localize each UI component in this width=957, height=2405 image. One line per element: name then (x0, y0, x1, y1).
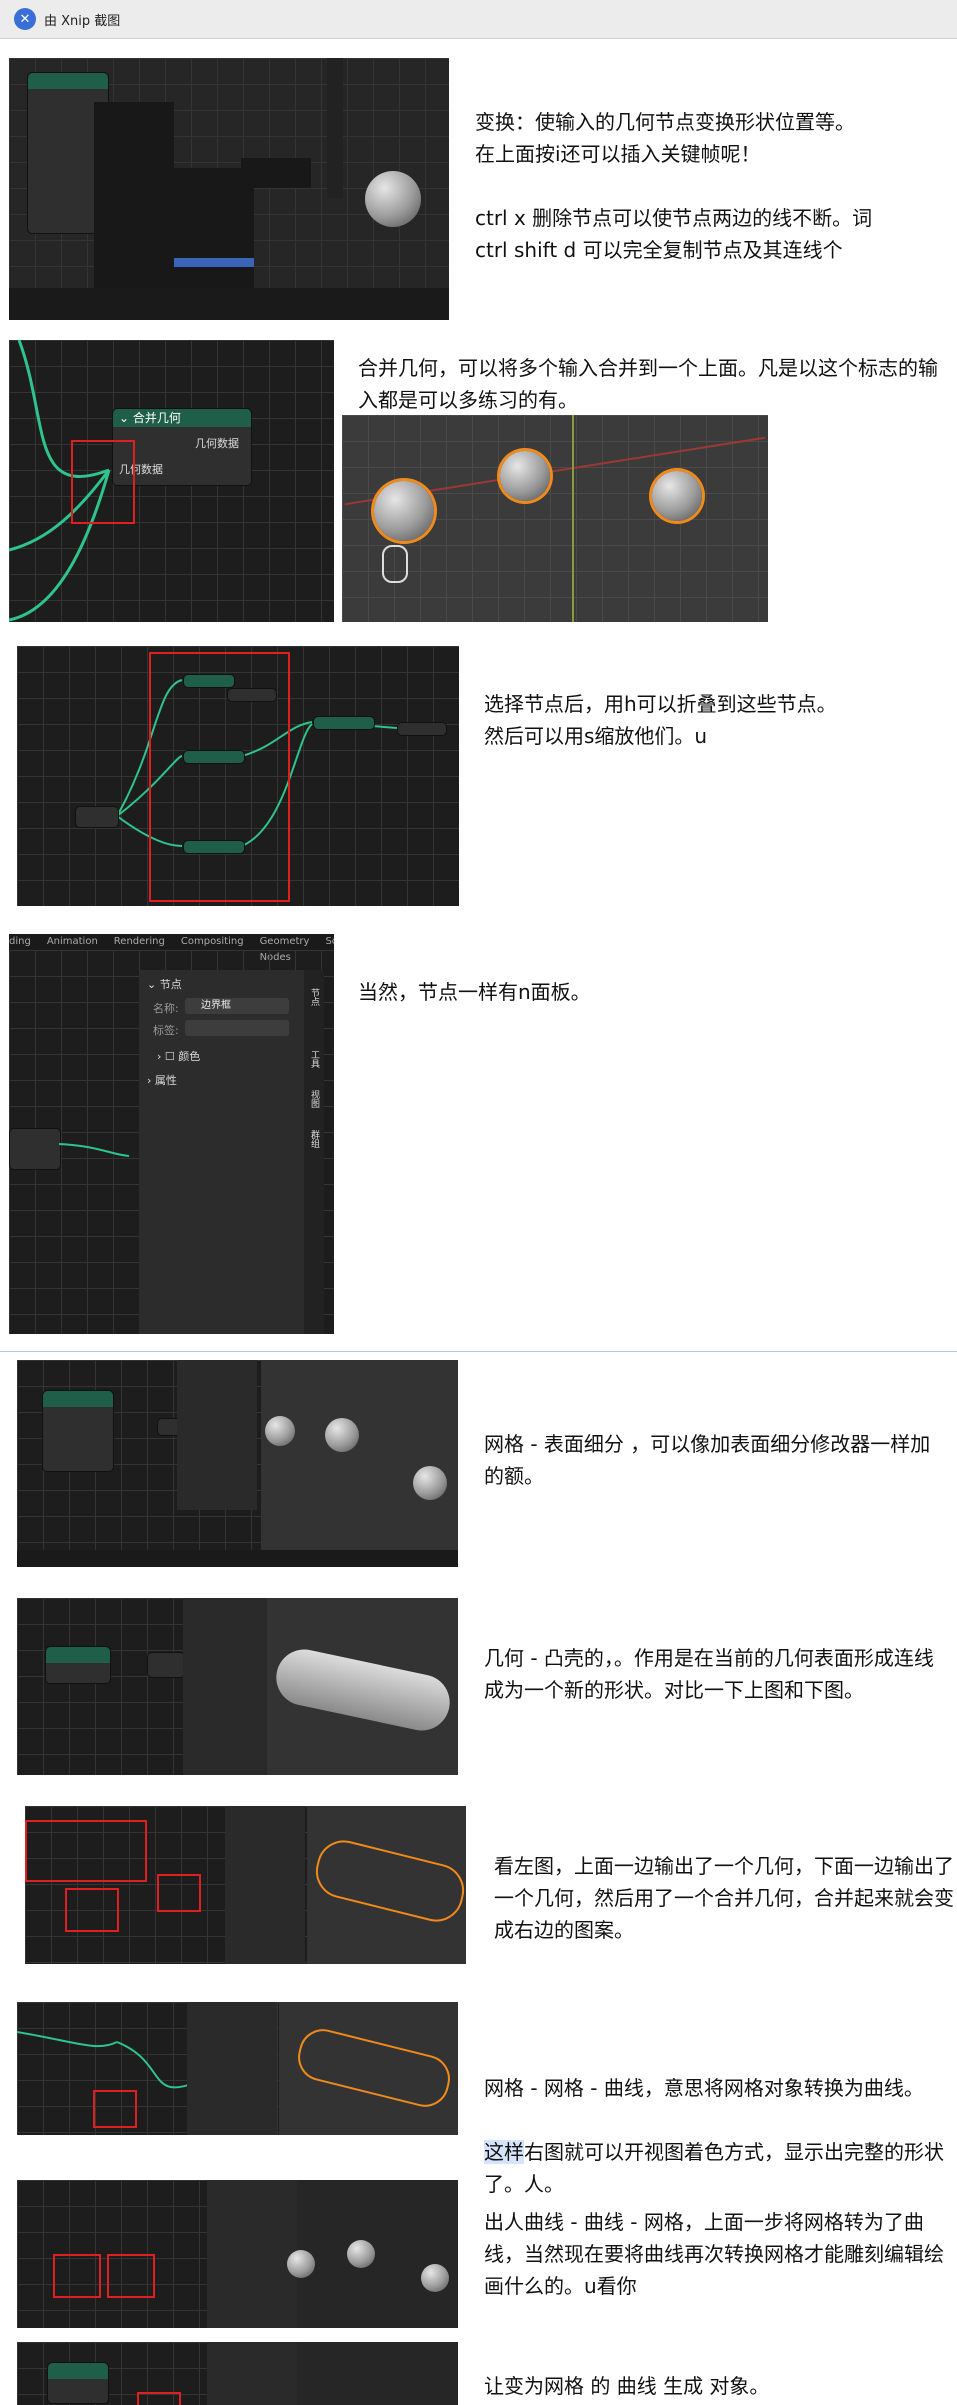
name-label: 名称: (153, 1002, 179, 1015)
screenshot-subdivide (17, 1360, 458, 1567)
screenshot-curve-to-mesh (17, 2180, 458, 2328)
side-tab-tool[interactable]: 工具 (308, 1050, 321, 1068)
note-mesh-to-curve-line1: 网格 - 网格 - 曲线，意思将网格对象转换为曲线。 (484, 2076, 924, 2100)
properties-panel (183, 1598, 267, 1775)
red-highlight-box (157, 1874, 201, 1912)
sphere-2 (500, 451, 550, 501)
side-tab-node[interactable]: 节点 (308, 988, 321, 1006)
join-node (147, 1652, 185, 1678)
side-tab-group[interactable]: 群组 (308, 1130, 321, 1148)
red-highlight-box (71, 440, 135, 524)
node (47, 2362, 109, 2404)
timeline (17, 1550, 458, 1567)
collapsed-node (397, 722, 447, 736)
color-section[interactable]: › ☐ 颜色 (157, 1048, 200, 1064)
properties-panel (207, 2342, 297, 2405)
red-highlight-box (25, 1820, 147, 1882)
add-menu (94, 102, 174, 312)
xnip-logo-icon: ✕ (14, 8, 36, 30)
note-collapse-nodes: 选择节点后，用h可以折叠到这些节点。 然后可以用s缩放他们。u (484, 692, 837, 748)
screenshot-convex-hull (17, 1598, 458, 1775)
screenshot-merge-geometry (25, 1806, 466, 1964)
red-highlight-box (53, 2254, 101, 2298)
red-highlight-box (93, 2090, 137, 2128)
note-curve-to-mesh: 出人曲线 - 曲线 - 网格，上面一步将网格转为了曲线，当然现在要将曲线再次转换… (484, 2210, 944, 2298)
screenshot-mesh-to-curve (17, 2002, 458, 2135)
viewport (297, 2342, 458, 2405)
viewport (297, 2180, 458, 2328)
tab-geometry-nodes[interactable]: Geometry Nodes (260, 934, 310, 963)
red-highlight-box (137, 2392, 181, 2405)
window-title: 由 Xnip 截图 (44, 13, 121, 29)
red-highlight-box (149, 652, 290, 902)
sphere-object (365, 171, 421, 227)
tab-compositing[interactable]: Compositing (181, 934, 244, 950)
n-panel: ⌄ 节点 名称: 边界框 标签: › ☐ 颜色 › 属性 (139, 970, 304, 1334)
collapsed-node (313, 716, 375, 730)
viewport-toolbar (327, 58, 343, 198)
node-link (58, 1143, 130, 1157)
properties-panel (207, 2180, 297, 2328)
node-section-header[interactable]: ⌄ 节点 (147, 976, 182, 992)
subdivide-node (42, 1390, 114, 1472)
n-panel-side-tabs: 节点 工具 视图 群组 (304, 970, 324, 1334)
note-mesh-to-curve-line2: 右图就可以开视图着色方式，显示出完整的形状了。人。 (484, 2140, 944, 2196)
note-n-panel: 当然，节点一样有n面板。 (358, 980, 591, 1004)
properties-panel (177, 1360, 257, 1510)
mouse-icon (382, 545, 408, 583)
add-submenu-2 (241, 158, 311, 188)
tab-scripting[interactable]: Scri (325, 934, 334, 950)
properties-section[interactable]: › 属性 (147, 1072, 177, 1088)
properties-panel (225, 1806, 305, 1964)
properties-panel (187, 2002, 277, 2135)
red-highlight-box (107, 2254, 155, 2298)
note-mesh-to-curve: 网格 - 网格 - 曲线，意思将网格对象转换为曲线。 这样右图就可以开视图着色方… (484, 2040, 949, 2200)
note-merge-geometry: 看左图，上面一边输出了一个几何，下面一边输出了一个几何，然后用了一个合并几何，合… (494, 1854, 954, 1942)
label-label: 标签: (153, 1024, 179, 1037)
sphere-object (347, 2240, 375, 2268)
timeline (9, 288, 449, 320)
red-highlight-box (65, 1888, 119, 1932)
smooth-sphere (265, 1416, 295, 1446)
highlighted-word: 这样 (484, 2140, 524, 2164)
screenshot-curve-object (17, 2342, 458, 2405)
note-join-geometry: 合并几何，可以将多个输入合并到一个上面。凡是以这个标志的输入都是可以多练习的有。 (358, 356, 938, 412)
viewport (261, 1360, 458, 1550)
screenshot-collapsed-nodes (17, 646, 459, 906)
sphere-1 (374, 481, 434, 541)
output-socket-label: 几何数据 (195, 437, 239, 450)
sphere-object (287, 2250, 315, 2278)
label-field[interactable] (185, 1020, 289, 1036)
smooth-sphere (413, 1466, 447, 1500)
sphere-object (421, 2264, 449, 2292)
divider (0, 1351, 957, 1352)
name-field[interactable]: 边界框 (185, 998, 289, 1014)
smooth-sphere (325, 1418, 359, 1452)
screenshot-transform-node (9, 58, 449, 320)
convex-hull-node (45, 1646, 111, 1684)
screenshot-merged-spheres (342, 415, 768, 622)
note-convex-hull: 几何 - 凸壳的，。作用是在当前的几何表面形成连线成为一个新的形状。对比一下上图… (484, 1646, 934, 1702)
screenshot-join-geometry-node: ⌄ 合并几何 几何数据 几何数据 (9, 340, 334, 622)
note-transform: 变换：使输入的几何节点变换形状位置等。 在上面按i还可以插入关键帧呢！ ctrl… (475, 110, 873, 262)
title-bar: ✕ 由 Xnip 截图 (0, 0, 957, 39)
sphere-3 (652, 471, 702, 521)
node-title: 合并几何 (132, 411, 181, 425)
side-tab-view[interactable]: 视图 (308, 1090, 321, 1108)
screenshot-n-panel: ding Animation Rendering Compositing Geo… (9, 934, 334, 1334)
collapsed-node (75, 806, 119, 828)
note-curve-object: 让变为网格 的 曲线 生成 对象。 (484, 2374, 770, 2398)
note-subdivide: 网格 - 表面细分 ，可以像加表面细分修改器一样加的额。 (484, 1432, 931, 1488)
